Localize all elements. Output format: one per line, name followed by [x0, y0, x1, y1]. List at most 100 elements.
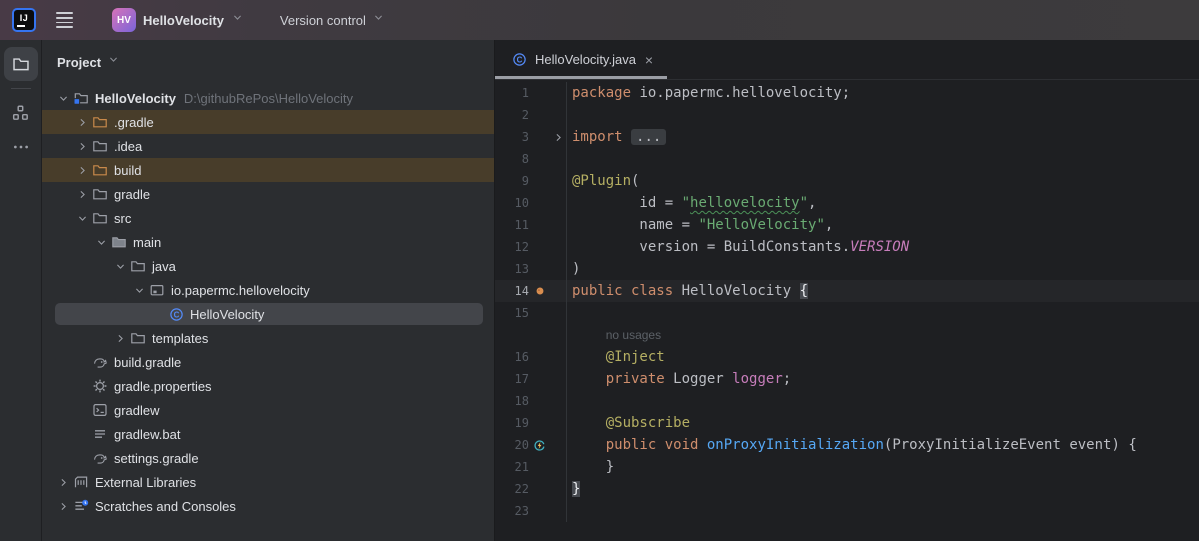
code-line-3[interactable]: 3import ...: [495, 126, 1199, 148]
code-line-22[interactable]: 22}: [495, 478, 1199, 500]
stripe-button-structure[interactable]: [4, 96, 38, 130]
code-line-21[interactable]: 21 }: [495, 456, 1199, 478]
chevron-down-icon[interactable]: [54, 89, 72, 107]
tree-item-label: HelloVelocity: [190, 307, 264, 322]
intellij-logo-icon[interactable]: IJ: [12, 8, 36, 32]
code-line-16[interactable]: 16 @Inject: [495, 346, 1199, 368]
editor-tab-title: HelloVelocity.java: [535, 52, 636, 67]
scratches-icon: [72, 497, 90, 515]
chevron-down-icon[interactable]: [92, 233, 110, 251]
code-line-15[interactable]: 15: [495, 302, 1199, 324]
chevron-down-icon[interactable]: [73, 209, 91, 227]
tree-item-label: main: [133, 235, 161, 250]
code-text: public class HelloVelocity {: [566, 280, 1199, 302]
code-line-13[interactable]: 13): [495, 258, 1199, 280]
tree-item-gradle-properties[interactable]: gradle.properties: [42, 374, 494, 398]
line-number: 18: [495, 390, 529, 412]
editor-tab[interactable]: C HelloVelocity.java ×: [495, 40, 667, 79]
code-line-9[interactable]: 9@Plugin(: [495, 170, 1199, 192]
project-view-header[interactable]: Project: [42, 48, 494, 76]
main-menu-icon[interactable]: [56, 6, 84, 34]
tree-item--idea[interactable]: .idea: [42, 134, 494, 158]
chevron-spacer: [73, 425, 91, 443]
close-icon[interactable]: ×: [643, 53, 655, 67]
stripe-button-more[interactable]: [4, 130, 38, 164]
code-editor[interactable]: 1package io.papermc.hellovelocity;23impo…: [495, 80, 1199, 541]
chevron-spacer: [73, 449, 91, 467]
tree-item-main[interactable]: main: [42, 230, 494, 254]
fold-spacer: [550, 390, 566, 412]
vcs-label: Version control: [280, 13, 366, 28]
project-root-icon: [72, 89, 90, 107]
chevron-right-icon[interactable]: [111, 329, 129, 347]
tree-item-label: .gradle: [114, 115, 154, 130]
code-line-14[interactable]: 14public class HelloVelocity {: [495, 280, 1199, 302]
console-icon: [91, 401, 109, 419]
fold-spacer: [550, 258, 566, 280]
code-line-20[interactable]: 20 public void onProxyInitialization(Pro…: [495, 434, 1199, 456]
tree-item-label: gradle.properties: [114, 379, 212, 394]
chevron-right-icon[interactable]: [73, 137, 91, 155]
gutter-spacer: [529, 82, 550, 104]
code-line-12[interactable]: 12 version = BuildConstants.VERSION: [495, 236, 1199, 258]
tree-item-build-gradle[interactable]: build.gradle: [42, 350, 494, 374]
fold-spacer: [550, 368, 566, 390]
tree-item-external-libraries[interactable]: External Libraries: [42, 470, 494, 494]
class-icon: C: [510, 51, 528, 69]
code-line-17[interactable]: 17 private Logger logger;: [495, 368, 1199, 390]
stripe-button-project-folder[interactable]: [4, 47, 38, 81]
tree-item-gradlew[interactable]: gradlew: [42, 398, 494, 422]
event-gutter-icon[interactable]: [529, 434, 550, 456]
vcs-widget[interactable]: Version control: [274, 7, 391, 33]
chevron-down-icon[interactable]: [130, 281, 148, 299]
tree-item-label: settings.gradle: [114, 451, 199, 466]
folder-icon: [91, 209, 109, 227]
code-line-23[interactable]: 23: [495, 500, 1199, 522]
code-line-1[interactable]: 1package io.papermc.hellovelocity;: [495, 82, 1199, 104]
tree-item-src[interactable]: src: [42, 206, 494, 230]
chevron-right-icon[interactable]: [73, 161, 91, 179]
tree-item-templates[interactable]: templates: [42, 326, 494, 350]
project-switcher-label: HelloVelocity: [143, 13, 224, 28]
tree-item-io-papermc-hellovelocity[interactable]: io.papermc.hellovelocity: [42, 278, 494, 302]
code-line-2[interactable]: 2: [495, 104, 1199, 126]
chevron-right-icon[interactable]: [73, 113, 91, 131]
code-line-19[interactable]: 19 @Subscribe: [495, 412, 1199, 434]
code-text: no usages: [566, 324, 1199, 346]
code-line-18[interactable]: 18: [495, 390, 1199, 412]
chevron-right-icon[interactable]: [73, 185, 91, 203]
gutter-spacer: [529, 192, 550, 214]
code-line-11[interactable]: 11 name = "HelloVelocity",: [495, 214, 1199, 236]
code-text: }: [566, 478, 1199, 500]
tree-item-gradle[interactable]: gradle: [42, 182, 494, 206]
chevron-right-icon[interactable]: [54, 497, 72, 515]
fold-expand-icon[interactable]: [550, 126, 566, 148]
chevron-spacer: [149, 305, 167, 323]
tree-item-settings-gradle[interactable]: settings.gradle: [42, 446, 494, 470]
plugin-gutter-icon[interactable]: [529, 280, 550, 302]
fold-spacer: [550, 302, 566, 324]
tree-item-scratches-and-consoles[interactable]: Scratches and Consoles: [42, 494, 494, 518]
project-switcher[interactable]: HV HelloVelocity: [106, 4, 250, 36]
tree-item-gradlew-bat[interactable]: gradlew.bat: [42, 422, 494, 446]
line-number: 3: [495, 126, 529, 148]
tree-item-java[interactable]: java: [42, 254, 494, 278]
code-inlay-line[interactable]: no usages: [495, 324, 1199, 346]
code-line-10[interactable]: 10 id = "hellovelocity",: [495, 192, 1199, 214]
inlay-hint[interactable]: no usages: [606, 328, 661, 342]
tree-item-hellovelocity[interactable]: HelloVelocityD:\githubRePos\HelloVelocit…: [42, 86, 494, 110]
line-number: 16: [495, 346, 529, 368]
code-text: package io.papermc.hellovelocity;: [566, 82, 1199, 104]
editor-area: C HelloVelocity.java × 1package io.paper…: [495, 40, 1199, 541]
tree-item-hellovelocity[interactable]: CHelloVelocity: [42, 302, 494, 326]
tree-item--gradle[interactable]: .gradle: [42, 110, 494, 134]
stripe-divider: [11, 88, 31, 89]
gutter-spacer: [529, 324, 550, 346]
chevron-down-icon[interactable]: [111, 257, 129, 275]
gutter-spacer: [529, 148, 550, 170]
tree-item-build[interactable]: build: [42, 158, 494, 182]
gutter-spacer: [529, 346, 550, 368]
fold-spacer: [550, 500, 566, 522]
code-line-8[interactable]: 8: [495, 148, 1199, 170]
chevron-right-icon[interactable]: [54, 473, 72, 491]
